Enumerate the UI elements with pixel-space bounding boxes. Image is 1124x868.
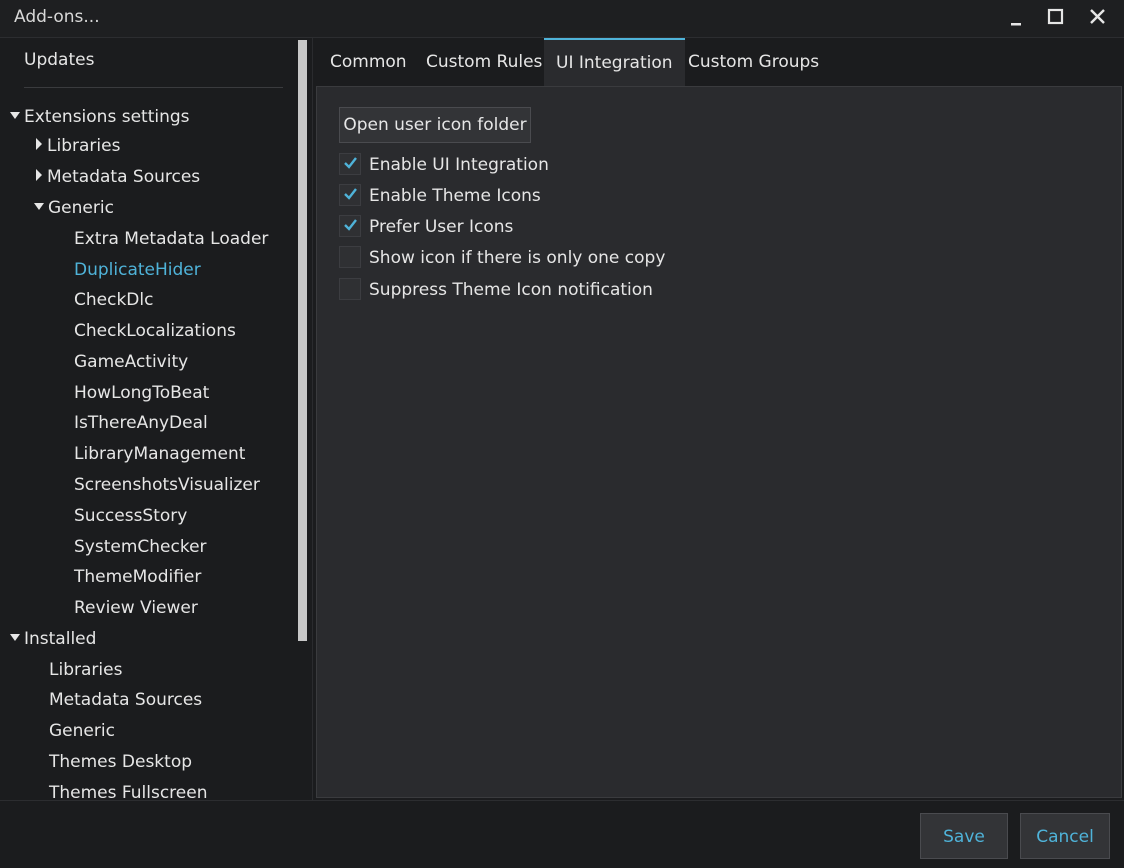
tree-metadata-sources[interactable]: Metadata Sources bbox=[34, 165, 200, 189]
ui-integration-panel: Open user icon folder Enable UI Integrat… bbox=[316, 86, 1122, 798]
tree-label: Installed bbox=[24, 629, 97, 649]
checkbox-label: Suppress Theme Icon notification bbox=[369, 280, 653, 300]
sidebar-item-gameactivity[interactable]: GameActivity bbox=[74, 350, 188, 374]
cancel-button[interactable]: Cancel bbox=[1020, 813, 1110, 859]
tree-label: Extensions settings bbox=[24, 107, 190, 127]
window-title: Add-ons... bbox=[14, 7, 100, 27]
checkbox-enable-ui-integration[interactable] bbox=[339, 153, 361, 175]
tab-common[interactable]: Common bbox=[318, 38, 419, 86]
sidebar-item-howlongtobeat[interactable]: HowLongToBeat bbox=[74, 381, 209, 405]
checkbox-enable-theme-icons[interactable] bbox=[339, 184, 361, 206]
minimize-icon[interactable] bbox=[1002, 5, 1030, 31]
sidebar-item-checkdlc[interactable]: CheckDlc bbox=[74, 288, 153, 312]
sidebar-item-thememodifier[interactable]: ThemeModifier bbox=[74, 565, 201, 589]
sidebar-item-themes-fullscreen[interactable]: Themes Fullscreen bbox=[49, 781, 207, 800]
sidebar-item-installed-generic[interactable]: Generic bbox=[49, 719, 115, 743]
sidebar-item-review-viewer[interactable]: Review Viewer bbox=[74, 596, 198, 620]
tab-custom-groups[interactable]: Custom Groups bbox=[676, 38, 831, 86]
sidebar-item-installed-metadata-sources[interactable]: Metadata Sources bbox=[49, 688, 202, 712]
sidebar-item-themes-desktop[interactable]: Themes Desktop bbox=[49, 750, 192, 774]
sidebar-scrollbar[interactable] bbox=[298, 40, 307, 641]
tab-ui-integration[interactable]: UI Integration bbox=[544, 38, 685, 86]
maximize-icon[interactable] bbox=[1042, 5, 1070, 31]
checkbox-label: Enable UI Integration bbox=[369, 155, 549, 175]
caret-right-icon[interactable] bbox=[36, 138, 42, 150]
sidebar-item-screenshotsvisualizer[interactable]: ScreenshotsVisualizer bbox=[74, 473, 260, 497]
sidebar-item-isthereanydeal[interactable]: IsThereAnyDeal bbox=[74, 411, 208, 435]
sidebar-item-successstory[interactable]: SuccessStory bbox=[74, 504, 187, 528]
tree-libraries[interactable]: Libraries bbox=[34, 134, 120, 158]
checkbox-label: Show icon if there is only one copy bbox=[369, 248, 666, 268]
sidebar-item-updates[interactable]: Updates bbox=[24, 50, 94, 70]
checkbox-suppress-theme-icon-notification[interactable] bbox=[339, 278, 361, 300]
checkbox-label: Prefer User Icons bbox=[369, 217, 514, 237]
checkmark-icon bbox=[344, 219, 357, 231]
caret-down-icon[interactable] bbox=[34, 202, 44, 210]
caret-down-icon[interactable] bbox=[10, 111, 20, 119]
checkbox-prefer-user-icons[interactable] bbox=[339, 215, 361, 237]
checkbox-show-icon-one-copy[interactable] bbox=[339, 246, 361, 268]
open-user-icon-folder-button[interactable]: Open user icon folder bbox=[339, 107, 531, 143]
tree-label: Libraries bbox=[47, 136, 121, 156]
sidebar-item-checklocalizations[interactable]: CheckLocalizations bbox=[74, 319, 236, 343]
checkbox-label: Enable Theme Icons bbox=[369, 186, 541, 206]
tab-custom-rules[interactable]: Custom Rules bbox=[414, 38, 554, 86]
addons-sidebar: Updates Extensions settings Libraries Me… bbox=[0, 38, 313, 800]
caret-right-icon[interactable] bbox=[36, 169, 42, 181]
tree-generic[interactable]: Generic bbox=[34, 196, 114, 220]
tree-label: Generic bbox=[48, 198, 114, 218]
tree-label: Metadata Sources bbox=[47, 167, 201, 187]
dialog-footer: Save Cancel bbox=[0, 800, 1124, 868]
sidebar-item-duplicatehider[interactable]: DuplicateHider bbox=[74, 258, 201, 282]
sidebar-divider bbox=[24, 87, 283, 88]
checkmark-icon bbox=[344, 188, 357, 200]
checkmark-icon bbox=[344, 157, 357, 169]
sidebar-item-extra-metadata-loader[interactable]: Extra Metadata Loader bbox=[74, 227, 268, 251]
close-icon[interactable] bbox=[1084, 5, 1112, 31]
tree-extensions-settings[interactable]: Extensions settings bbox=[10, 105, 190, 129]
tab-bar: Common Custom Rules UI Integration Custo… bbox=[316, 38, 1124, 86]
title-bar: Add-ons... bbox=[0, 0, 1124, 38]
sidebar-item-librarymanagement[interactable]: LibraryManagement bbox=[74, 442, 245, 466]
sidebar-item-installed-libraries[interactable]: Libraries bbox=[49, 658, 122, 682]
caret-down-icon[interactable] bbox=[10, 633, 20, 641]
sidebar-item-systemchecker[interactable]: SystemChecker bbox=[74, 535, 207, 559]
tree-installed[interactable]: Installed bbox=[10, 627, 96, 651]
save-button[interactable]: Save bbox=[920, 813, 1008, 859]
